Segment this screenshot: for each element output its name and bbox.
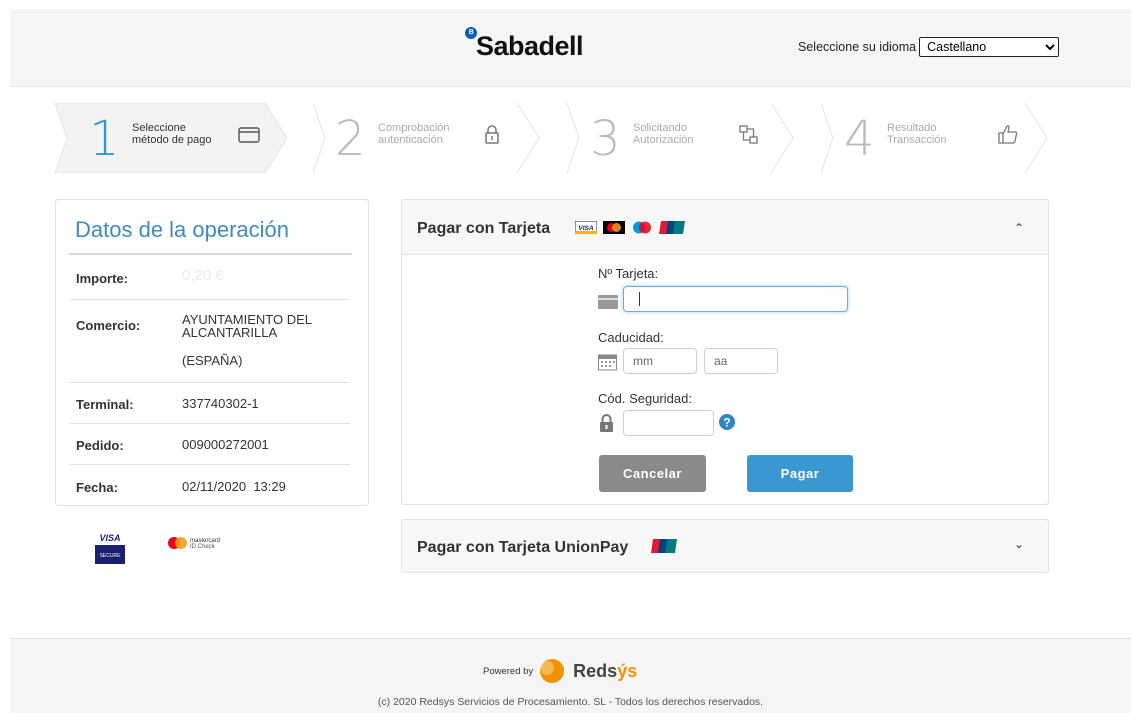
redsys-logo-icon xyxy=(540,659,565,683)
network-icon xyxy=(739,125,758,144)
step-3-number: 3 xyxy=(590,111,621,167)
operation-details-card: Datos de la operación Importe: 0,20 € Co… xyxy=(55,199,369,506)
step-3-label: Solicitando Autorización xyxy=(633,122,694,146)
thumbs-up-icon xyxy=(998,125,1018,144)
step-4-line2: Transacción xyxy=(887,134,947,146)
step-1-line1: Seleccione xyxy=(132,122,186,134)
merchant-value-line3: (ESPAÑA) xyxy=(182,353,243,368)
visa-secure-subtext: SECURE xyxy=(100,553,122,559)
step-2-line2: autenticación xyxy=(378,134,443,146)
terminal-row: Terminal: 337740302-1 xyxy=(69,383,350,424)
date-value: 02/11/2020 13:29 xyxy=(182,479,286,494)
maestro-card-icon xyxy=(633,221,651,234)
header: B Sabadell Seleccione su idioma Castella… xyxy=(10,9,1131,87)
brand-part1: Reds xyxy=(573,660,618,681)
visa-secure-logo: VISA SECURE xyxy=(95,533,125,564)
date-label: Fecha: xyxy=(76,480,118,495)
step-3-line2: Autorización xyxy=(633,134,694,146)
card-payment-header[interactable]: Pagar con Tarjeta VISA ⌃ xyxy=(402,200,1048,255)
unionpay-card-icon xyxy=(651,539,677,553)
lock-icon xyxy=(485,125,499,144)
merchant-row: Comercio: AYUNTAMIENTO DEL ALCANTARILLA … xyxy=(69,300,350,383)
unionpay-panel[interactable]: Pagar con Tarjeta UnionPay ⌄ xyxy=(401,519,1049,573)
copyright-text: (c) 2020 Redsys Servicios de Procesamien… xyxy=(377,696,764,708)
cancel-button[interactable]: Cancelar xyxy=(599,455,706,492)
step-3: 3 Solicitando Autorización xyxy=(567,103,807,173)
expiry-label: Caducidad: xyxy=(598,330,664,345)
expiry-year-input[interactable]: aa xyxy=(704,348,778,374)
mastercard-id-check-logo: mastercard ID Check xyxy=(168,535,240,556)
step-1: 1 Seleccione método de pago xyxy=(55,103,295,173)
progress-steps: 1 Seleccione método de pago 2 Comprobaci… xyxy=(55,103,1055,173)
visa-card-icon: VISA xyxy=(575,221,597,234)
step-2-line1: Comprobación xyxy=(378,122,450,134)
language-label: Seleccione su idioma xyxy=(798,40,917,54)
pay-button[interactable]: Pagar xyxy=(747,455,853,492)
footer: Powered by Redsýs (c) 2020 Redsys Servic… xyxy=(10,638,1131,713)
brand-part2: ý xyxy=(617,660,628,681)
card-payment-panel: Pagar con Tarjeta VISA ⌃ Nº Tarjeta: Cad… xyxy=(401,199,1049,505)
terminal-label: Terminal: xyxy=(76,397,134,412)
cvv-label: Cód. Seguridad: xyxy=(598,391,692,406)
merchant-value-line2: ALCANTARILLA xyxy=(182,325,278,340)
expiry-month-input[interactable]: mm xyxy=(623,348,697,374)
help-glyph: ? xyxy=(723,416,730,430)
sabadell-logo-badge: B xyxy=(465,27,477,39)
step-3-line1: Solicitando xyxy=(633,122,687,134)
step-2-number: 2 xyxy=(335,111,366,167)
logo-text: Sabadell xyxy=(476,31,584,61)
expand-chevron-icon[interactable]: ⌄ xyxy=(1014,537,1024,551)
padlock-icon xyxy=(600,414,613,432)
step-1-label: Seleccione método de pago xyxy=(132,122,212,146)
card-payment-title: Pagar con Tarjeta xyxy=(417,220,551,237)
collapse-chevron-icon[interactable]: ⌃ xyxy=(1014,221,1024,235)
amount-label: Importe: xyxy=(76,271,128,286)
merchant-label: Comercio: xyxy=(76,318,141,333)
order-value: 009000272001 xyxy=(182,437,269,452)
mastercard-icon: mastercard ID Check xyxy=(168,537,220,550)
date-row: Fecha: 02/11/2020 13:29 xyxy=(69,465,350,506)
step-1-number: 1 xyxy=(89,111,120,167)
step-4-number: 4 xyxy=(844,111,875,167)
card-number-icon xyxy=(598,295,618,309)
visa-secure-text: VISA xyxy=(99,533,120,543)
brand-part3: s xyxy=(627,660,638,681)
amount-value: 0,20 € xyxy=(182,267,224,284)
unionpay-card-icon xyxy=(659,221,685,234)
calendar-icon xyxy=(598,354,617,371)
operation-details-title: Datos de la operación xyxy=(75,217,290,242)
step-4-label: Resultado Transacción xyxy=(887,122,947,146)
redsys-brand: Redsýs xyxy=(573,661,637,682)
step-2: 2 Comprobación autenticación xyxy=(313,103,553,173)
visa-card-text: VISA xyxy=(578,225,593,232)
card-logos: VISA xyxy=(575,221,685,234)
powered-by-text: Powered by xyxy=(483,665,534,677)
language-selector: Seleccione su idioma Castellano xyxy=(798,37,1060,57)
unionpay-title: Pagar con Tarjeta UnionPay xyxy=(417,539,629,556)
amount-row: Importe: 0,20 € xyxy=(69,255,350,300)
language-select[interactable]: Castellano xyxy=(919,37,1060,57)
powered-by-redsys: Powered by Redsýs xyxy=(483,658,637,684)
cvv-input[interactable] xyxy=(623,410,714,436)
terminal-value: 337740302-1 xyxy=(182,396,259,411)
mastercard-card-icon xyxy=(603,221,625,234)
card-number-input[interactable] xyxy=(623,286,848,312)
credit-card-icon xyxy=(238,127,260,143)
text-cursor xyxy=(639,292,640,306)
step-2-label: Comprobación autenticación xyxy=(378,122,450,146)
order-label: Pedido: xyxy=(76,438,124,453)
order-row: Pedido: 009000272001 xyxy=(69,424,350,465)
sabadell-logo: B Sabadell xyxy=(465,27,584,62)
card-number-label: Nº Tarjeta: xyxy=(598,266,659,281)
step-1-line2: método de pago xyxy=(132,134,212,146)
step-4-line1: Resultado xyxy=(887,122,937,134)
step-4: 4 Resultado Transacción xyxy=(821,103,1061,173)
help-icon[interactable]: ? xyxy=(719,414,735,430)
id-check-text: ID Check xyxy=(190,544,216,550)
